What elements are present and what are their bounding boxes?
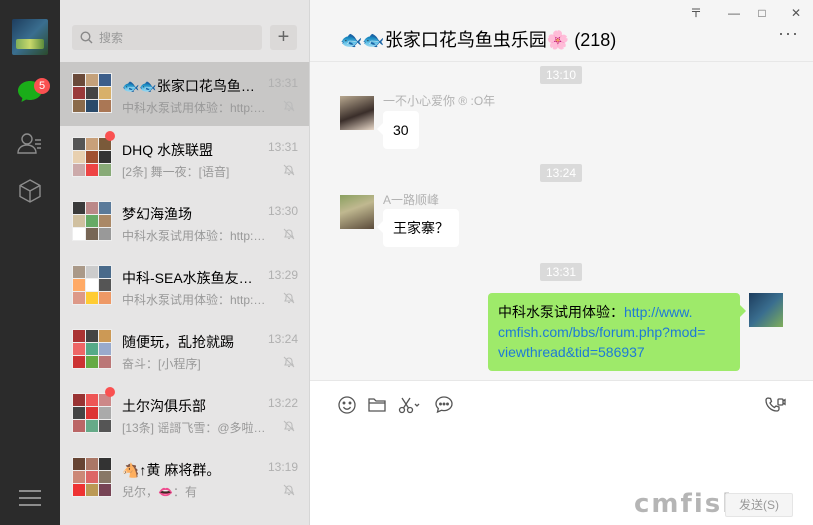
menu-icon[interactable] bbox=[19, 490, 41, 508]
timestamp: 13:24 bbox=[540, 164, 583, 182]
conversation-item[interactable]: 🐟🐟张家口花鸟鱼… 13:31 中科水泵试用体验：http:… bbox=[60, 62, 309, 126]
conversation-name: 土尔沟俱乐部 bbox=[122, 398, 206, 414]
unread-dot bbox=[105, 131, 115, 141]
mute-bell-icon bbox=[283, 420, 295, 432]
folder-icon[interactable] bbox=[367, 395, 387, 415]
message-bubble[interactable]: 30 bbox=[377, 111, 419, 149]
my-message-bubble[interactable]: 中科水泵试用体验：http://www. cmfish.com/bbs/forum… bbox=[488, 293, 746, 371]
conversation-list: + 🐟🐟张家口花鸟鱼…13:31中科水泵试用体验：http:…DHQ 水族联盟1… bbox=[60, 0, 310, 525]
message-link[interactable]: http://www. bbox=[624, 304, 692, 320]
conversation-item[interactable]: 中科-SEA水族鱼友… 13:29 中科水泵试用体验：http:… bbox=[60, 254, 309, 318]
group-avatar bbox=[72, 265, 112, 305]
chat-title: 🐟🐟张家口花鸟鱼虫乐园🌸 (218) bbox=[340, 30, 617, 50]
my-avatar[interactable] bbox=[749, 293, 783, 327]
nav-bar: 5 bbox=[0, 0, 60, 525]
conversation-time: 13:31 bbox=[267, 76, 298, 90]
mute-bell-icon bbox=[283, 228, 295, 240]
conversation-time: 13:19 bbox=[267, 460, 298, 474]
conversation-time: 13:30 bbox=[267, 204, 298, 218]
more-options-button[interactable]: ··· bbox=[778, 24, 799, 42]
conversation-preview: 中科水泵试用体验：http:… bbox=[122, 293, 266, 307]
send-button[interactable]: 发送(S) bbox=[725, 493, 793, 517]
timestamp: 13:10 bbox=[540, 66, 583, 84]
close-button[interactable]: ✕ bbox=[784, 4, 808, 22]
search-input[interactable] bbox=[99, 30, 249, 45]
group-avatar bbox=[72, 73, 112, 113]
conversation-item[interactable]: 土尔沟俱乐部 13:22 [13条] 谣謌飞雪：@多啦… bbox=[60, 382, 309, 446]
conversation-preview: [2条] 舞一夜：[语音] bbox=[122, 165, 230, 179]
scissors-icon[interactable] bbox=[397, 395, 421, 415]
conversation-preview: 兒尔，👄：有 bbox=[122, 485, 197, 499]
conversation-preview: 中科水泵试用体验：http:… bbox=[122, 101, 266, 115]
composer[interactable]: cmfish 发送(S) bbox=[310, 380, 813, 525]
sender-name: A一路顺峰 bbox=[383, 193, 440, 207]
message-link[interactable]: viewthread&tid=586937 bbox=[498, 344, 645, 360]
group-avatar bbox=[72, 137, 112, 177]
minimize-button[interactable]: — bbox=[722, 4, 746, 22]
search-icon bbox=[80, 31, 93, 44]
unread-dot bbox=[105, 387, 115, 397]
favorites-icon[interactable] bbox=[15, 176, 45, 206]
conversation-time: 13:29 bbox=[267, 268, 298, 282]
chat-panel: 🐟🐟张家口花鸟鱼虫乐园🌸 (218) 〒 — □ ✕ ··· 13:10 一不小… bbox=[310, 0, 813, 525]
conversation-time: 13:24 bbox=[267, 332, 298, 346]
conversation-name: 🐴↑黄 麻将群。 bbox=[122, 462, 221, 478]
message-bubble[interactable]: 王家寨？ bbox=[377, 209, 459, 247]
group-avatar bbox=[72, 457, 112, 497]
conversation-time: 13:31 bbox=[267, 140, 298, 154]
maximize-button[interactable]: □ bbox=[750, 4, 774, 22]
chat-header: 🐟🐟张家口花鸟鱼虫乐园🌸 (218) 〒 — □ ✕ ··· bbox=[310, 0, 813, 62]
conversation-item[interactable]: DHQ 水族联盟 13:31 [2条] 舞一夜：[语音] bbox=[60, 126, 309, 190]
conversation-preview: 中科水泵试用体验：http:… bbox=[122, 229, 266, 243]
conversation-name: DHQ 水族联盟 bbox=[122, 142, 213, 158]
group-avatar bbox=[72, 201, 112, 241]
group-avatar bbox=[72, 393, 112, 433]
message-text: 中科水泵试用体验： bbox=[498, 304, 624, 320]
group-avatar bbox=[72, 329, 112, 369]
sender-avatar[interactable] bbox=[340, 96, 374, 130]
video-call-icon[interactable] bbox=[764, 395, 786, 415]
sender-avatar[interactable] bbox=[340, 195, 374, 229]
mute-bell-icon bbox=[283, 292, 295, 304]
conversation-preview: [13条] 谣謌飞雪：@多啦… bbox=[122, 421, 266, 435]
add-chat-button[interactable]: + bbox=[270, 25, 297, 50]
conversation-item[interactable]: 🐴↑黄 麻将群。 13:19 兒尔，👄：有 bbox=[60, 446, 309, 510]
conversation-name: 随便玩，乱抢就踢 bbox=[122, 334, 234, 350]
timestamp: 13:31 bbox=[540, 263, 583, 281]
mute-bell-icon bbox=[283, 164, 295, 176]
conversation-name: 梦幻海渔场 bbox=[122, 206, 192, 222]
conversation-name: 🐟🐟张家口花鸟鱼… bbox=[122, 78, 255, 94]
chat-history-icon[interactable] bbox=[434, 395, 454, 415]
emoji-icon[interactable] bbox=[337, 395, 357, 415]
search-box[interactable] bbox=[72, 25, 262, 50]
conversation-name: 中科-SEA水族鱼友… bbox=[122, 270, 253, 286]
message-link[interactable]: cmfish.com/bbs/forum.php?mod= bbox=[498, 324, 705, 340]
conversation-time: 13:22 bbox=[267, 396, 298, 410]
conversation-item[interactable]: 随便玩，乱抢就踢 13:24 奋斗：[小程序] bbox=[60, 318, 309, 382]
mute-bell-icon bbox=[283, 100, 295, 112]
unread-badge: 5 bbox=[34, 78, 50, 94]
message-area: 13:10 一不小心爱你 ® :O年 30 13:24 A一路顺峰 王家寨？ 1… bbox=[310, 62, 813, 380]
conversation-item[interactable]: 梦幻海渔场 13:30 中科水泵试用体验：http:… bbox=[60, 190, 309, 254]
mute-bell-icon bbox=[283, 356, 295, 368]
pin-button[interactable]: 〒 bbox=[684, 4, 708, 22]
mute-bell-icon bbox=[283, 484, 295, 496]
contacts-icon[interactable] bbox=[15, 128, 45, 158]
my-avatar[interactable] bbox=[12, 19, 48, 55]
conversation-preview: 奋斗：[小程序] bbox=[122, 357, 201, 371]
sender-name: 一不小心爱你 ® :O年 bbox=[383, 94, 496, 108]
